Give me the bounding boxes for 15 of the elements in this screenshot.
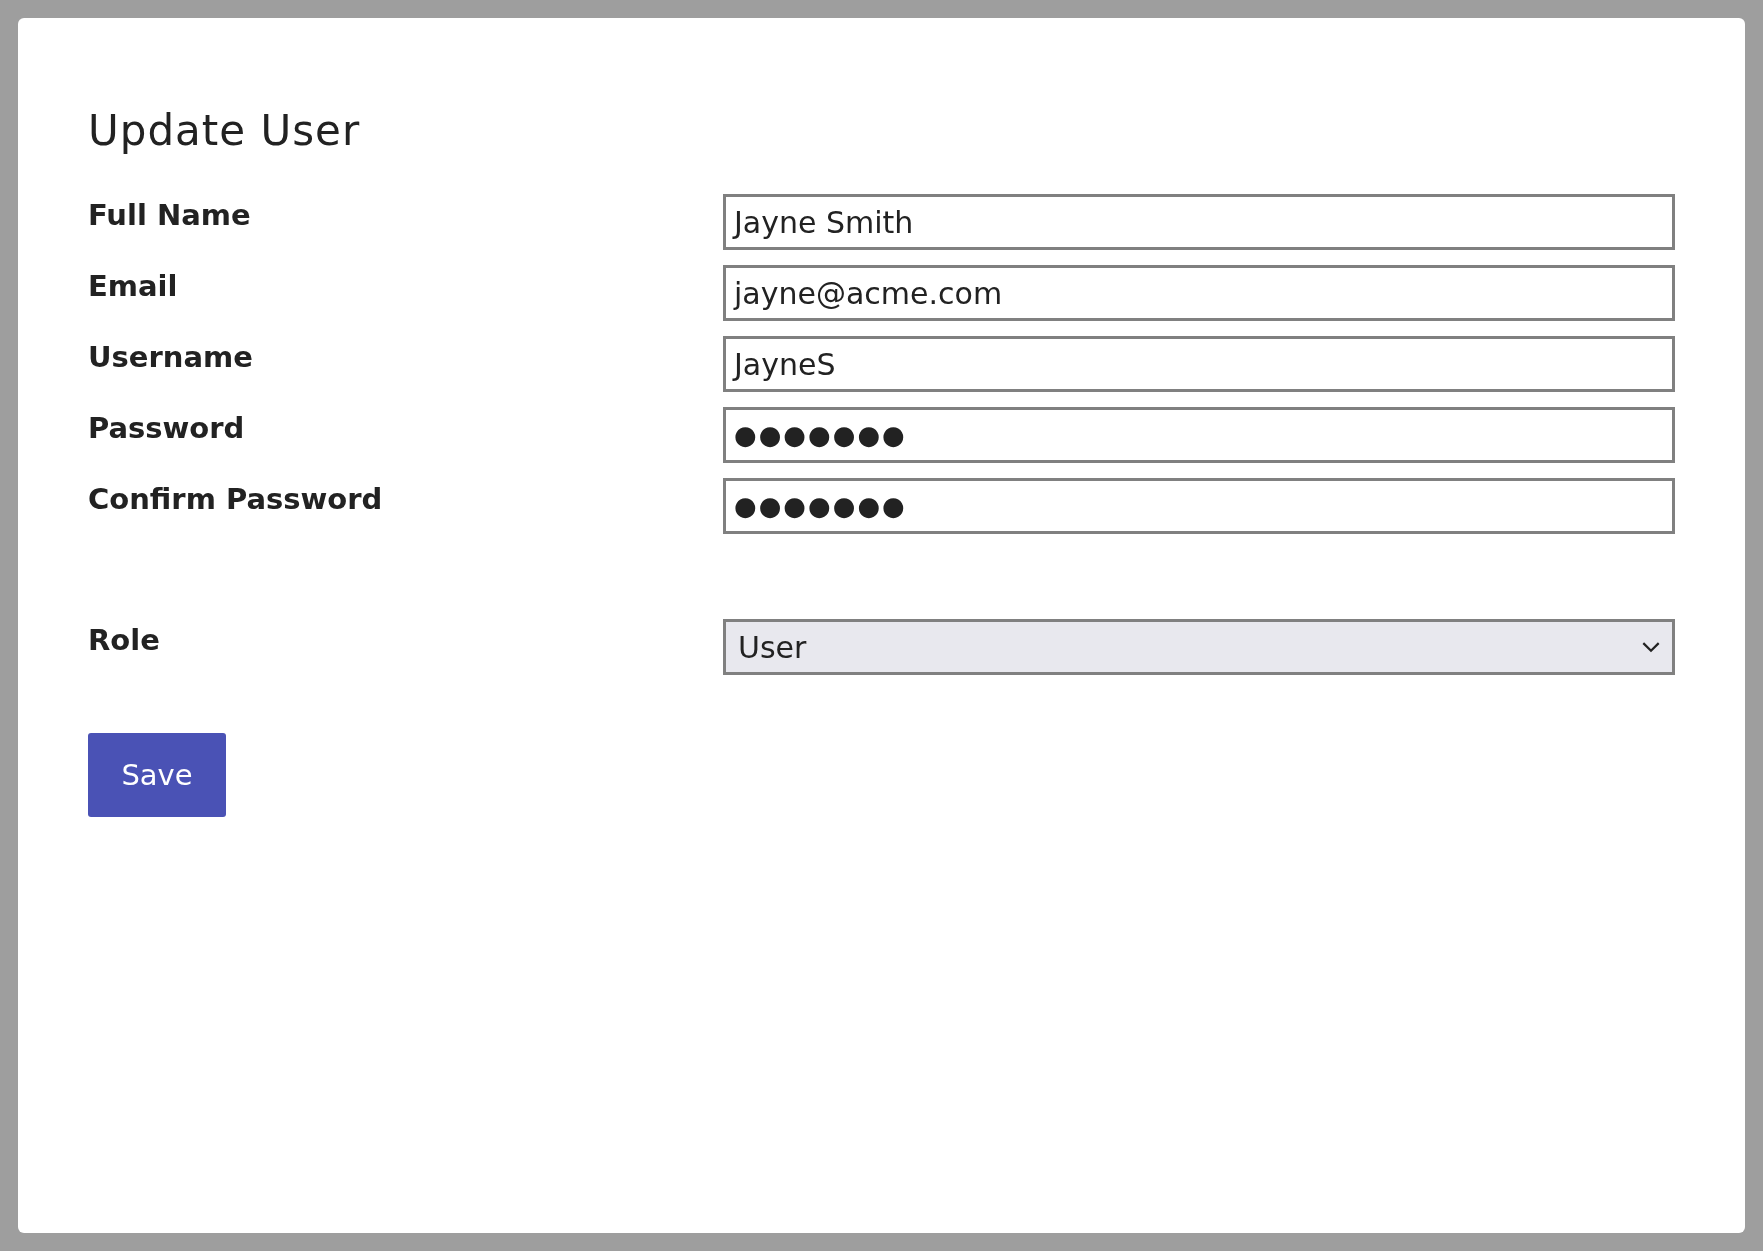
password-field[interactable]: ●●●●●●● (723, 478, 1675, 534)
text-field[interactable]: jayne@acme.com (723, 265, 1675, 321)
chevron-down-icon (1642, 641, 1660, 653)
field-label: Confirm Password (88, 481, 384, 516)
field-label: Role (88, 622, 161, 657)
field-label: Password (88, 410, 246, 445)
field-label: Username (88, 339, 254, 374)
text-field[interactable]: JayneS (723, 336, 1675, 392)
save-button[interactable]: Save (88, 733, 226, 817)
role-dropdown[interactable]: User (723, 619, 1675, 675)
field-label: Full Name (88, 197, 252, 232)
text-field[interactable]: Jayne Smith (723, 194, 1675, 250)
password-field[interactable]: ●●●●●●● (723, 407, 1675, 463)
dialog-title: Update User (88, 110, 362, 152)
field-label: Email (88, 268, 179, 303)
